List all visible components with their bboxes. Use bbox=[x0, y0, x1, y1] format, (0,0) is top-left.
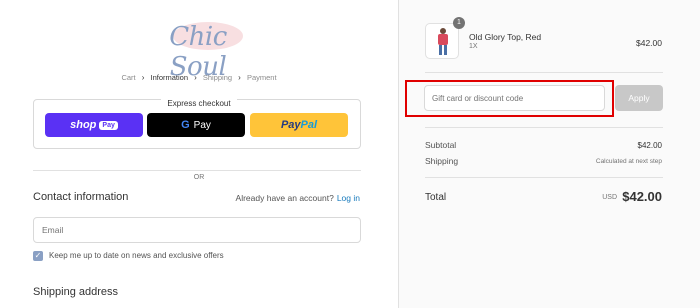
shipping-label: Shipping bbox=[425, 156, 459, 166]
total-label: Total bbox=[425, 192, 447, 203]
express-checkout-title-wrap: Express checkout bbox=[0, 93, 398, 111]
paypal-label-pay: Pay bbox=[280, 119, 301, 131]
google-g-icon: G bbox=[181, 119, 190, 131]
total-currency: USD bbox=[602, 194, 617, 201]
or-divider-wrap: OR bbox=[0, 166, 398, 184]
shipping-section-title: Shipping address bbox=[33, 286, 119, 298]
discount-code-input[interactable] bbox=[424, 85, 605, 111]
email-field[interactable] bbox=[33, 217, 361, 243]
chevron-right-icon: › bbox=[194, 73, 197, 82]
brand-logo[interactable]: Chic Soul bbox=[143, 16, 253, 82]
checkout-main-panel: Chic Soul Cart › Information › Shipping … bbox=[0, 0, 398, 308]
shop-pay-button[interactable]: shop Pay bbox=[45, 113, 143, 137]
product-price: $42.00 bbox=[636, 38, 662, 48]
summary-divider bbox=[425, 127, 663, 128]
paypal-label: PayPal bbox=[281, 119, 317, 131]
newsletter-label: Keep me up to date on news and exclusive… bbox=[49, 251, 224, 260]
express-checkout-title: Express checkout bbox=[161, 99, 237, 108]
contact-section-title: Contact information bbox=[33, 191, 129, 203]
account-prompt-text: Already have an account? bbox=[235, 193, 334, 203]
breadcrumb-payment: Payment bbox=[246, 73, 277, 82]
google-pay-label: Pay bbox=[193, 119, 211, 131]
product-variant: 1X bbox=[469, 43, 478, 50]
summary-divider bbox=[425, 177, 663, 178]
breadcrumb: Cart › Information › Shipping › Payment bbox=[0, 73, 398, 82]
product-thumbnail bbox=[425, 23, 459, 59]
summary-divider bbox=[425, 72, 663, 73]
apply-discount-button[interactable]: Apply bbox=[615, 85, 663, 111]
subtotal-value: $42.00 bbox=[637, 141, 662, 150]
google-pay-button[interactable]: G Pay bbox=[147, 113, 245, 137]
order-summary-panel: 1 Old Glory Top, Red 1X $42.00 Apply Sub… bbox=[398, 0, 700, 308]
chevron-right-icon: › bbox=[238, 73, 241, 82]
login-link[interactable]: Log in bbox=[337, 193, 360, 203]
quantity-badge: 1 bbox=[453, 17, 465, 29]
product-name: Old Glory Top, Red bbox=[469, 32, 542, 42]
shop-pay-badge: Pay bbox=[99, 120, 118, 130]
account-prompt: Already have an account? Log in bbox=[236, 193, 360, 203]
breadcrumb-shipping: Shipping bbox=[202, 73, 233, 82]
product-image-figure bbox=[438, 28, 448, 55]
newsletter-checkbox[interactable]: ✓ bbox=[33, 251, 43, 261]
shipping-value: Calculated at next step bbox=[595, 158, 662, 165]
breadcrumb-cart[interactable]: Cart bbox=[121, 73, 135, 82]
paypal-label-pal: Pal bbox=[300, 119, 318, 131]
breadcrumb-information: Information bbox=[150, 73, 189, 82]
chevron-right-icon: › bbox=[141, 73, 145, 82]
subtotal-label: Subtotal bbox=[425, 140, 457, 150]
or-divider-text: OR bbox=[185, 174, 213, 181]
paypal-button[interactable]: PayPal bbox=[250, 113, 348, 137]
shop-pay-label: shop bbox=[70, 119, 97, 131]
total-value: $42.00 bbox=[622, 189, 662, 204]
